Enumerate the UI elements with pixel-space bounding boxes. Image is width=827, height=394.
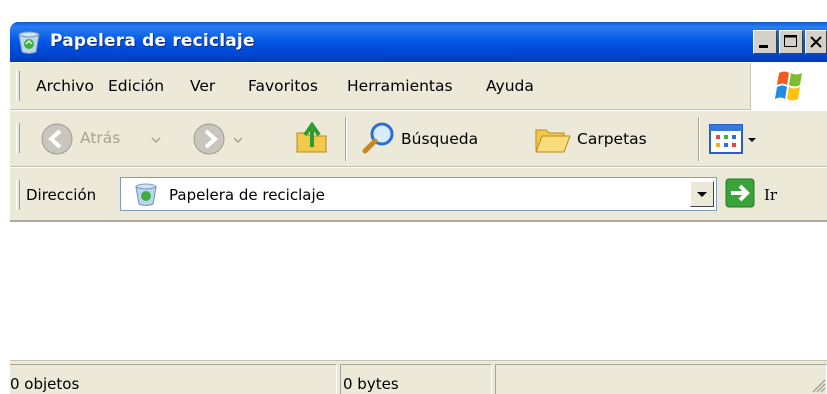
back-label: Atrás (80, 129, 121, 147)
status-bar: 0 objetos 0 bytes (10, 360, 827, 394)
close-button[interactable] (805, 30, 827, 54)
address-grip[interactable] (16, 180, 20, 210)
go-arrow-icon (725, 178, 755, 208)
status-zone-cell (495, 364, 827, 394)
file-list-area[interactable] (10, 224, 827, 360)
menu-ayuda[interactable]: Ayuda (486, 77, 534, 95)
status-objects: 0 objetos (10, 375, 80, 393)
back-dropdown-icon (151, 137, 161, 144)
back-button[interactable]: Atrás (30, 119, 180, 159)
up-folder-button[interactable] (292, 117, 336, 161)
minimize-icon (759, 45, 768, 48)
address-bar: Dirección Papelera de reciclaje Ir (10, 167, 827, 222)
folders-icon (535, 129, 571, 153)
toolbar-separator (698, 117, 700, 161)
address-input[interactable]: Papelera de reciclaje (120, 177, 717, 211)
window-title: Papelera de reciclaje (50, 31, 255, 51)
chevron-down-icon (697, 192, 707, 197)
folders-button[interactable]: Carpetas (530, 117, 695, 161)
go-button[interactable] (725, 178, 755, 208)
maximize-icon (784, 35, 797, 47)
back-arrow-icon (41, 123, 73, 155)
status-size-cell: 0 bytes (340, 364, 492, 394)
resize-grip-icon[interactable] (808, 375, 826, 393)
minimize-button[interactable] (753, 30, 777, 54)
toolbar-separator (345, 117, 347, 161)
recycle-bin-icon (18, 31, 40, 54)
menu-edicion[interactable]: Edición (108, 77, 164, 95)
address-label: Dirección (26, 186, 97, 204)
windows-flag-icon (775, 71, 802, 101)
address-value: Papelera de reciclaje (169, 186, 325, 204)
standard-toolbar: Atrás Búsqueda Carpetas (10, 110, 827, 167)
menu-herramientas[interactable]: Herramientas (347, 77, 453, 95)
views-icon (709, 124, 743, 154)
maximize-button[interactable] (779, 30, 803, 54)
forward-button[interactable] (180, 119, 250, 159)
search-button[interactable]: Búsqueda (357, 117, 522, 161)
toolbar-grip[interactable] (16, 123, 20, 153)
title-bar[interactable]: Papelera de reciclaje (10, 22, 827, 62)
menu-ver[interactable]: Ver (190, 77, 215, 95)
recycle-bin-icon (135, 183, 157, 206)
forward-arrow-icon (193, 123, 225, 155)
status-objects-cell: 0 objetos (10, 364, 337, 394)
windows-logo (750, 63, 827, 110)
go-label[interactable]: Ir (764, 186, 777, 204)
views-dropdown-icon (748, 138, 756, 142)
close-icon (810, 36, 822, 48)
views-button[interactable] (707, 121, 767, 157)
up-folder-icon (296, 121, 327, 153)
status-size: 0 bytes (343, 375, 399, 393)
menu-favoritos[interactable]: Favoritos (248, 77, 318, 95)
menu-archivo[interactable]: Archivo (36, 77, 94, 95)
forward-dropdown-icon (233, 137, 243, 144)
search-icon (362, 122, 394, 154)
address-dropdown-button[interactable] (690, 181, 714, 207)
search-label: Búsqueda (401, 130, 479, 148)
menu-grip[interactable] (16, 71, 20, 101)
folders-label: Carpetas (577, 130, 647, 148)
menu-bar: Archivo Edición Ver Favoritos Herramient… (10, 62, 827, 110)
